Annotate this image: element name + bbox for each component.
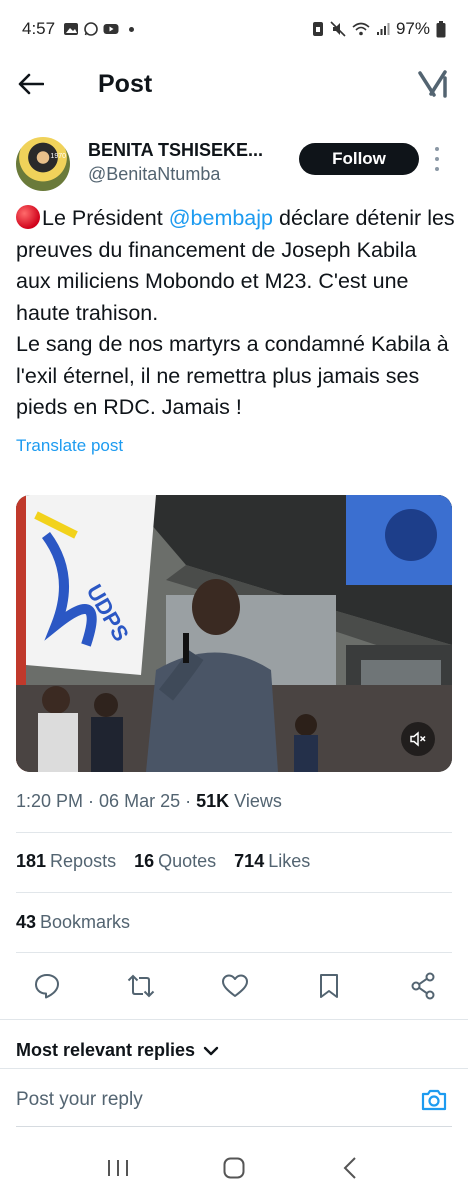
tweet-text: Le Président @bembajp déclare détenir le… bbox=[16, 203, 456, 424]
recent-apps-button[interactable] bbox=[98, 1148, 138, 1188]
more-notifications-dot bbox=[129, 26, 135, 32]
reply-composer bbox=[0, 1068, 468, 1130]
battery-percent: 97% bbox=[395, 19, 430, 38]
quotes-count: 16 bbox=[134, 851, 155, 871]
status-bar: 4:57 97% bbox=[0, 0, 468, 58]
author-name[interactable]: BENITA TSHISEKE... bbox=[88, 140, 263, 161]
back-button[interactable] bbox=[18, 64, 58, 104]
quotes-stat[interactable]: 16 Quotes bbox=[134, 851, 216, 872]
share-icon bbox=[411, 972, 435, 1000]
post-date: 06 Mar 25 bbox=[99, 791, 181, 811]
more-dot-icon bbox=[435, 147, 439, 151]
grok-icon bbox=[418, 70, 447, 98]
signal-icon bbox=[376, 23, 390, 35]
reposts-stat[interactable]: 181 Reposts bbox=[16, 851, 116, 872]
reply-icon bbox=[35, 974, 59, 999]
reply-button[interactable] bbox=[32, 966, 62, 1006]
whatsapp-icon bbox=[84, 22, 98, 36]
post-time: 1:20 PM bbox=[16, 791, 84, 811]
more-dot-icon bbox=[435, 167, 439, 171]
divider bbox=[16, 892, 452, 893]
video-player[interactable]: UDPS bbox=[16, 495, 452, 772]
mute-status-icon bbox=[330, 21, 346, 37]
bookmarks-stat[interactable]: 43 Bookmarks bbox=[16, 912, 130, 933]
repost-icon bbox=[127, 974, 155, 998]
sim-icon bbox=[312, 22, 323, 36]
gallery-icon bbox=[64, 23, 79, 35]
divider bbox=[0, 1019, 468, 1020]
likes-count: 714 bbox=[234, 851, 265, 871]
views-label: Views bbox=[234, 791, 282, 811]
system-back-button[interactable] bbox=[330, 1148, 370, 1188]
follow-button[interactable]: Follow bbox=[299, 143, 419, 175]
replies-sort-label: Most relevant replies bbox=[16, 1040, 196, 1060]
more-dot-icon bbox=[435, 157, 439, 161]
reply-underline bbox=[16, 1126, 452, 1127]
chevron-left-icon bbox=[343, 1157, 356, 1179]
mention-link[interactable]: @bembajp bbox=[169, 206, 273, 230]
more-options-button[interactable] bbox=[432, 147, 442, 171]
chevron-down-icon bbox=[203, 1046, 219, 1055]
repost-button[interactable] bbox=[126, 966, 156, 1006]
camera-button[interactable] bbox=[416, 1082, 452, 1118]
author-handle[interactable]: @BenitaNtumba bbox=[88, 164, 220, 185]
avatar-year: 1970 bbox=[50, 153, 66, 160]
views-count: 51K bbox=[196, 791, 230, 811]
battery-icon bbox=[436, 20, 446, 37]
notification-icons bbox=[63, 22, 135, 36]
likes-stat[interactable]: 714 Likes bbox=[234, 851, 310, 872]
status-time: 4:57 bbox=[22, 19, 56, 38]
tweet-text-part1: Le Président bbox=[42, 206, 169, 230]
video-frame: UDPS bbox=[16, 495, 452, 772]
recent-apps-icon bbox=[108, 1160, 128, 1176]
author-row: 1970 BENITA TSHISEKE... @BenitaNtumba Fo… bbox=[16, 133, 452, 193]
engagement-stats: 181 Reposts 16 Quotes 714 Likes bbox=[16, 851, 310, 872]
tweet-text-part3: Le sang de nos martyrs a condamné Kabila… bbox=[16, 332, 449, 419]
page-title: Post bbox=[98, 69, 153, 98]
like-button[interactable] bbox=[220, 966, 250, 1006]
home-button[interactable] bbox=[214, 1148, 254, 1188]
bookmarks-label: Bookmarks bbox=[40, 912, 131, 932]
bookmarks-count: 43 bbox=[16, 912, 37, 932]
quotes-label: Quotes bbox=[158, 851, 217, 871]
volume-muted-icon bbox=[410, 731, 426, 747]
bookmark-icon bbox=[320, 974, 338, 998]
divider bbox=[16, 952, 452, 953]
red-circle-emoji bbox=[16, 205, 40, 229]
avatar[interactable]: 1970 bbox=[16, 137, 70, 191]
arrow-left-icon bbox=[18, 73, 44, 95]
reposts-count: 181 bbox=[16, 851, 47, 871]
bookmark-button[interactable] bbox=[314, 966, 344, 1006]
system-nav-bar bbox=[0, 1136, 468, 1200]
likes-label: Likes bbox=[268, 851, 311, 871]
camera-icon bbox=[421, 1089, 447, 1110]
youtube-icon bbox=[103, 24, 119, 34]
reposts-label: Reposts bbox=[50, 851, 117, 871]
share-button[interactable] bbox=[408, 966, 438, 1006]
replies-sort-dropdown[interactable]: Most relevant replies bbox=[16, 1040, 219, 1061]
divider bbox=[16, 832, 452, 833]
heart-icon bbox=[222, 974, 248, 997]
home-icon bbox=[223, 1157, 245, 1179]
translate-post-link[interactable]: Translate post bbox=[16, 436, 123, 456]
wifi-icon bbox=[352, 22, 370, 36]
reply-input[interactable] bbox=[16, 1088, 416, 1111]
post-meta: 1:20 PM · 06 Mar 25 · 51K Views bbox=[16, 791, 282, 811]
header: Post bbox=[0, 58, 468, 110]
action-bar bbox=[16, 966, 452, 1006]
grok-button[interactable] bbox=[416, 67, 450, 101]
mute-button[interactable] bbox=[401, 722, 435, 756]
